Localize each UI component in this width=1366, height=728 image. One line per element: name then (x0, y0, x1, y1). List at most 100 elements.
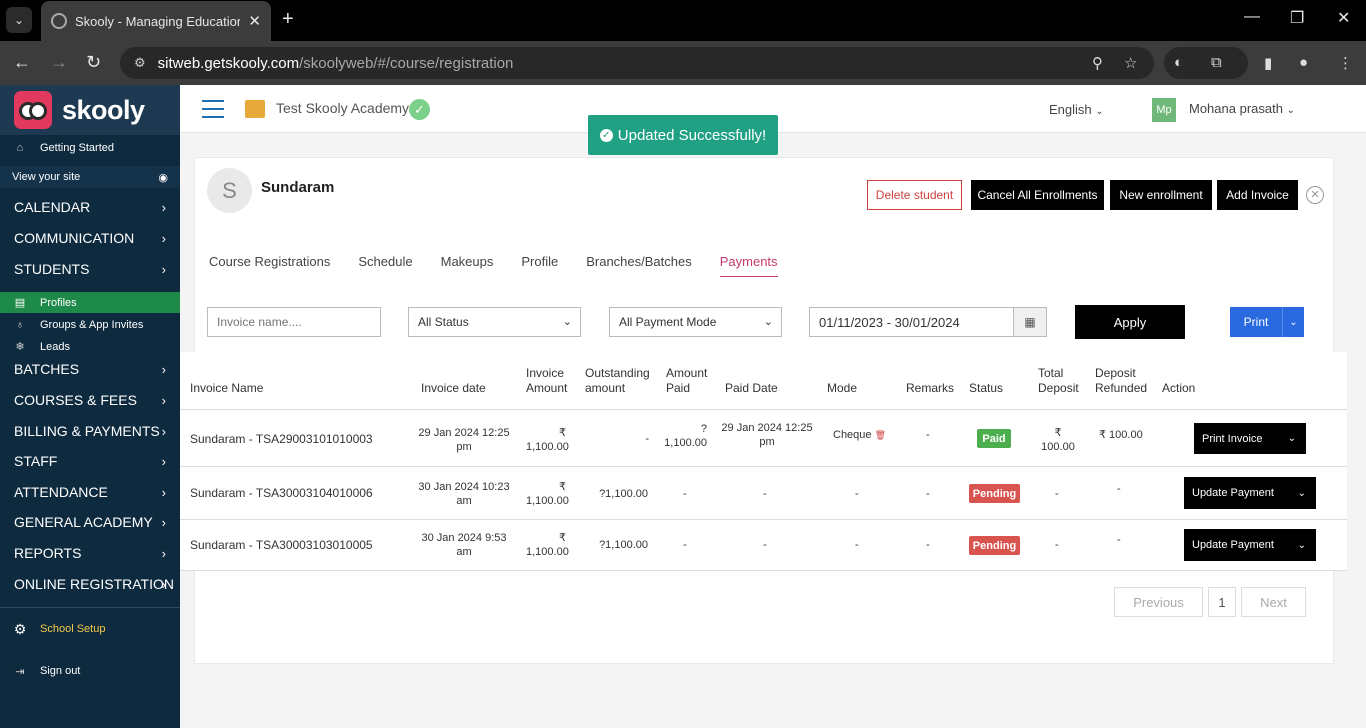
window-close-icon[interactable]: ✕ (1337, 8, 1350, 28)
bookmark-star-icon[interactable]: ☆ (1124, 54, 1137, 72)
sidebar-item-leads[interactable]: ❄ Leads (0, 336, 180, 357)
forward-icon[interactable]: → (50, 52, 68, 73)
chevron-right-icon: › (161, 361, 166, 377)
sidebar-item-batches[interactable]: BATCHES › (0, 358, 180, 380)
sidebar-item-staff[interactable]: STAFF › (0, 450, 180, 472)
update-payment-button[interactable]: Update Payment ⌄ (1184, 477, 1316, 509)
new-enrollment-button[interactable]: New enrollment (1110, 180, 1212, 210)
zoom-icon[interactable]: ⚲ (1092, 54, 1103, 72)
sidebar-item-school-setup[interactable]: ⚙ School Setup (0, 618, 180, 640)
invoice-name[interactable]: Sundaram - TSA30003103010005 (190, 538, 373, 552)
amount-line: ₹ (559, 532, 566, 544)
calendar-icon[interactable]: ▦ (1013, 307, 1047, 337)
sidebar-item-sign-out[interactable]: ⇥ Sign out (0, 660, 180, 682)
leads-icon: ❄ (15, 341, 25, 353)
update-payment-button[interactable]: Update Payment ⌄ (1184, 529, 1316, 561)
tab-search-icon[interactable]: ⌄ (6, 7, 32, 33)
sidebar-item-label: Leads (40, 340, 70, 353)
avatar[interactable]: Mp (1152, 98, 1176, 122)
invoice-search-field[interactable] (207, 307, 381, 337)
header-line: Paid (666, 381, 691, 395)
status-select[interactable]: All Status ⌄ (408, 307, 581, 337)
invoice-name[interactable]: Sundaram - TSA29003101010003 (190, 432, 373, 446)
tab-course-registrations[interactable]: Course Registrations (209, 254, 330, 277)
restore-icon[interactable]: ❐ (1290, 8, 1304, 28)
tab-makeups[interactable]: Makeups (441, 254, 494, 277)
close-tab-icon[interactable]: ✕ (248, 12, 261, 30)
sidebar-item-online-registration[interactable]: ONLINE REGISTRATION › (0, 573, 180, 595)
col-mode: Mode (827, 381, 858, 395)
date-range-field[interactable]: 01/11/2023 - 30/01/2024 (809, 307, 1014, 337)
side-panel-icon[interactable]: ▮ (1264, 54, 1272, 72)
previous-page-button[interactable]: Previous (1114, 587, 1203, 617)
page-number-button[interactable]: 1 (1208, 587, 1236, 617)
globe-icon (51, 13, 67, 29)
language-select[interactable]: English ⌄ (1049, 102, 1104, 117)
chevron-down-icon: ⌄ (1286, 105, 1295, 116)
delete-student-button[interactable]: Delete student (867, 180, 962, 210)
invoice-amount: ₹1,100.00 (526, 480, 569, 508)
sidebar-item-general-academy[interactable]: GENERAL ACADEMY › (0, 511, 180, 533)
sidebar-item-students[interactable]: STUDENTS › (0, 258, 180, 280)
add-invoice-button[interactable]: Add Invoice (1217, 180, 1298, 210)
sidebar-item-calendar[interactable]: CALENDAR › (0, 196, 180, 218)
puzzle-icon[interactable]: ⧉ (1211, 54, 1222, 71)
invoice-date: 29 Jan 2024 12:25 pm (414, 426, 514, 454)
payment-mode-select[interactable]: All Payment Mode ⌄ (609, 307, 782, 337)
tab-payments[interactable]: Payments (719, 254, 778, 277)
tab-schedule[interactable]: Schedule (358, 254, 412, 277)
minimize-icon[interactable]: — (1244, 8, 1260, 26)
reload-icon[interactable]: ↻ (86, 52, 101, 73)
sidebar-item-profiles[interactable]: ▤ Profiles (0, 292, 180, 313)
invoice-search-input[interactable] (217, 315, 380, 329)
apply-button[interactable]: Apply (1075, 305, 1185, 339)
language-label: English (1049, 102, 1092, 117)
back-icon[interactable]: ← (13, 52, 31, 73)
date-line: 29 Jan 2024 12:25 (418, 427, 510, 439)
url-field[interactable]: ⚙ sitweb.getskooly.com/skoolyweb/#/cours… (120, 47, 1154, 79)
sidebar-item-courses-fees[interactable]: COURSES & FEES › (0, 389, 180, 411)
invoice-date: 30 Jan 2024 10:23 am (414, 480, 514, 508)
menu-dots-icon[interactable]: ⋮ (1338, 54, 1353, 72)
site-info-icon[interactable]: ⚙ (134, 55, 146, 71)
button-label: Update Payment (1192, 539, 1274, 551)
extension-icon[interactable]: ◐ (1174, 54, 1183, 71)
tab-profile[interactable]: Profile (521, 254, 558, 277)
header-line: Deposit (1038, 381, 1079, 395)
next-page-button[interactable]: Next (1241, 587, 1306, 617)
user-menu[interactable]: Mohana prasath ⌄ (1189, 101, 1295, 116)
sidebar-item-groups[interactable]: ♁ Groups & App Invites (0, 314, 180, 335)
sidebar-item-getting-started[interactable]: ⌂ Getting Started (0, 137, 180, 159)
date-line: am (456, 546, 472, 558)
invoice-name[interactable]: Sundaram - TSA30003104010006 (190, 486, 373, 500)
sidebar-item-view-site[interactable]: View your site ◉ (0, 166, 180, 188)
sidebar-item-reports[interactable]: REPORTS › (0, 542, 180, 564)
browser-tab[interactable]: Skooly - Managing Educational ✕ (41, 1, 271, 41)
chevron-down-icon: ⌄ (1297, 539, 1306, 551)
cancel-all-enrollments-button[interactable]: Cancel All Enrollments (971, 180, 1104, 210)
print-dropdown-chevron-icon[interactable]: ⌄ (1282, 307, 1304, 337)
trash-icon[interactable]: 🗑 (875, 430, 886, 440)
profile-icon[interactable]: ● (1299, 54, 1308, 71)
sidebar-item-label: Getting Started (40, 142, 114, 154)
amount-paid: - (683, 488, 687, 500)
academy-name[interactable]: Test Skooly Academy (276, 100, 409, 116)
print-invoice-button[interactable]: Print Invoice ⌄ (1194, 423, 1306, 454)
table-row: Sundaram - TSA29003101010003 29 Jan 2024… (180, 410, 1347, 467)
skooly-logo[interactable]: skooly (0, 85, 180, 135)
tab-branches-batches[interactable]: Branches/Batches (586, 254, 692, 277)
new-tab-icon[interactable]: + (282, 8, 294, 31)
outstanding-amount: - (645, 433, 649, 445)
col-remarks: Remarks (906, 381, 955, 395)
sidebar-item-communication[interactable]: COMMUNICATION › (0, 227, 180, 249)
col-amount-paid: Amount Paid (666, 366, 707, 396)
print-button[interactable]: Print (1230, 307, 1282, 337)
total-deposit: - (1055, 539, 1059, 551)
hamburger-menu-icon[interactable] (202, 100, 224, 118)
sidebar-item-attendance[interactable]: ATTENDANCE › (0, 481, 180, 503)
total-deposit: ₹100.00 (1038, 426, 1078, 454)
status-select-value: All Status (418, 315, 469, 329)
close-icon[interactable]: ✕ (1306, 186, 1324, 204)
col-invoice-name: Invoice Name (190, 381, 264, 395)
sidebar-item-billing-payments[interactable]: BILLING & PAYMENTS › (0, 420, 180, 442)
